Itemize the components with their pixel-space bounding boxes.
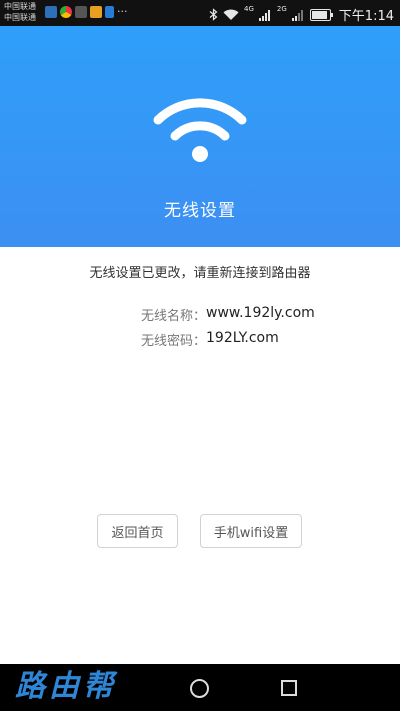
navigation-bar: 路由帮 xyxy=(0,664,400,711)
ssid-label: 无线名称： xyxy=(141,309,207,324)
status-message: 无线设置已更改，请重新连接到路由器 xyxy=(89,266,311,281)
circle-home-icon[interactable] xyxy=(190,679,209,698)
carrier-info: 中国联通 中国联通 xyxy=(4,1,36,23)
watermark-logo: 路由帮 xyxy=(15,669,117,704)
ssid-row: 无线名称： www.192ly.com xyxy=(141,305,315,324)
signal-strength-icon-1 xyxy=(258,9,270,21)
camera-notification-icon xyxy=(90,6,102,18)
carrier-label-1: 中国联通 xyxy=(4,2,36,11)
more-notifications-icon: ··· xyxy=(117,5,128,18)
password-value: 192LY.com xyxy=(206,330,279,346)
square-recent-icon[interactable] xyxy=(281,680,297,696)
wifi-icon xyxy=(153,98,247,162)
signal-strength-icon-2 xyxy=(291,9,303,21)
ssid-value: www.192ly.com xyxy=(206,305,315,321)
password-label: 无线密码： xyxy=(141,334,207,349)
app-notification-icon xyxy=(45,6,57,18)
lock-notification-icon xyxy=(105,6,114,18)
notification-icons: ··· xyxy=(45,6,128,18)
heart-notification-icon xyxy=(75,6,87,18)
phone-wifi-settings-button[interactable]: 手机wifi设置 xyxy=(200,514,302,548)
system-icons: 4G 2G 下午1:14 xyxy=(209,5,394,24)
browser-notification-icon xyxy=(60,6,72,18)
bluetooth-icon xyxy=(209,8,218,21)
clock: 下午1:14 xyxy=(338,9,394,24)
battery-icon xyxy=(309,8,333,21)
wifi-signal-icon xyxy=(223,9,239,20)
password-row: 无线密码： 192LY.com xyxy=(141,330,279,349)
back-home-button[interactable]: 返回首页 xyxy=(97,514,178,548)
page-title: 无线设置 xyxy=(164,201,236,221)
carrier-label-2: 中国联通 xyxy=(4,13,36,22)
header-banner: 无线设置 xyxy=(0,26,400,247)
network-type-4g: 4G xyxy=(244,5,254,13)
network-type-2g: 2G xyxy=(276,5,287,13)
status-bar: 中国联通 中国联通 ··· 4G 2G 下午1:14 xyxy=(0,0,400,26)
